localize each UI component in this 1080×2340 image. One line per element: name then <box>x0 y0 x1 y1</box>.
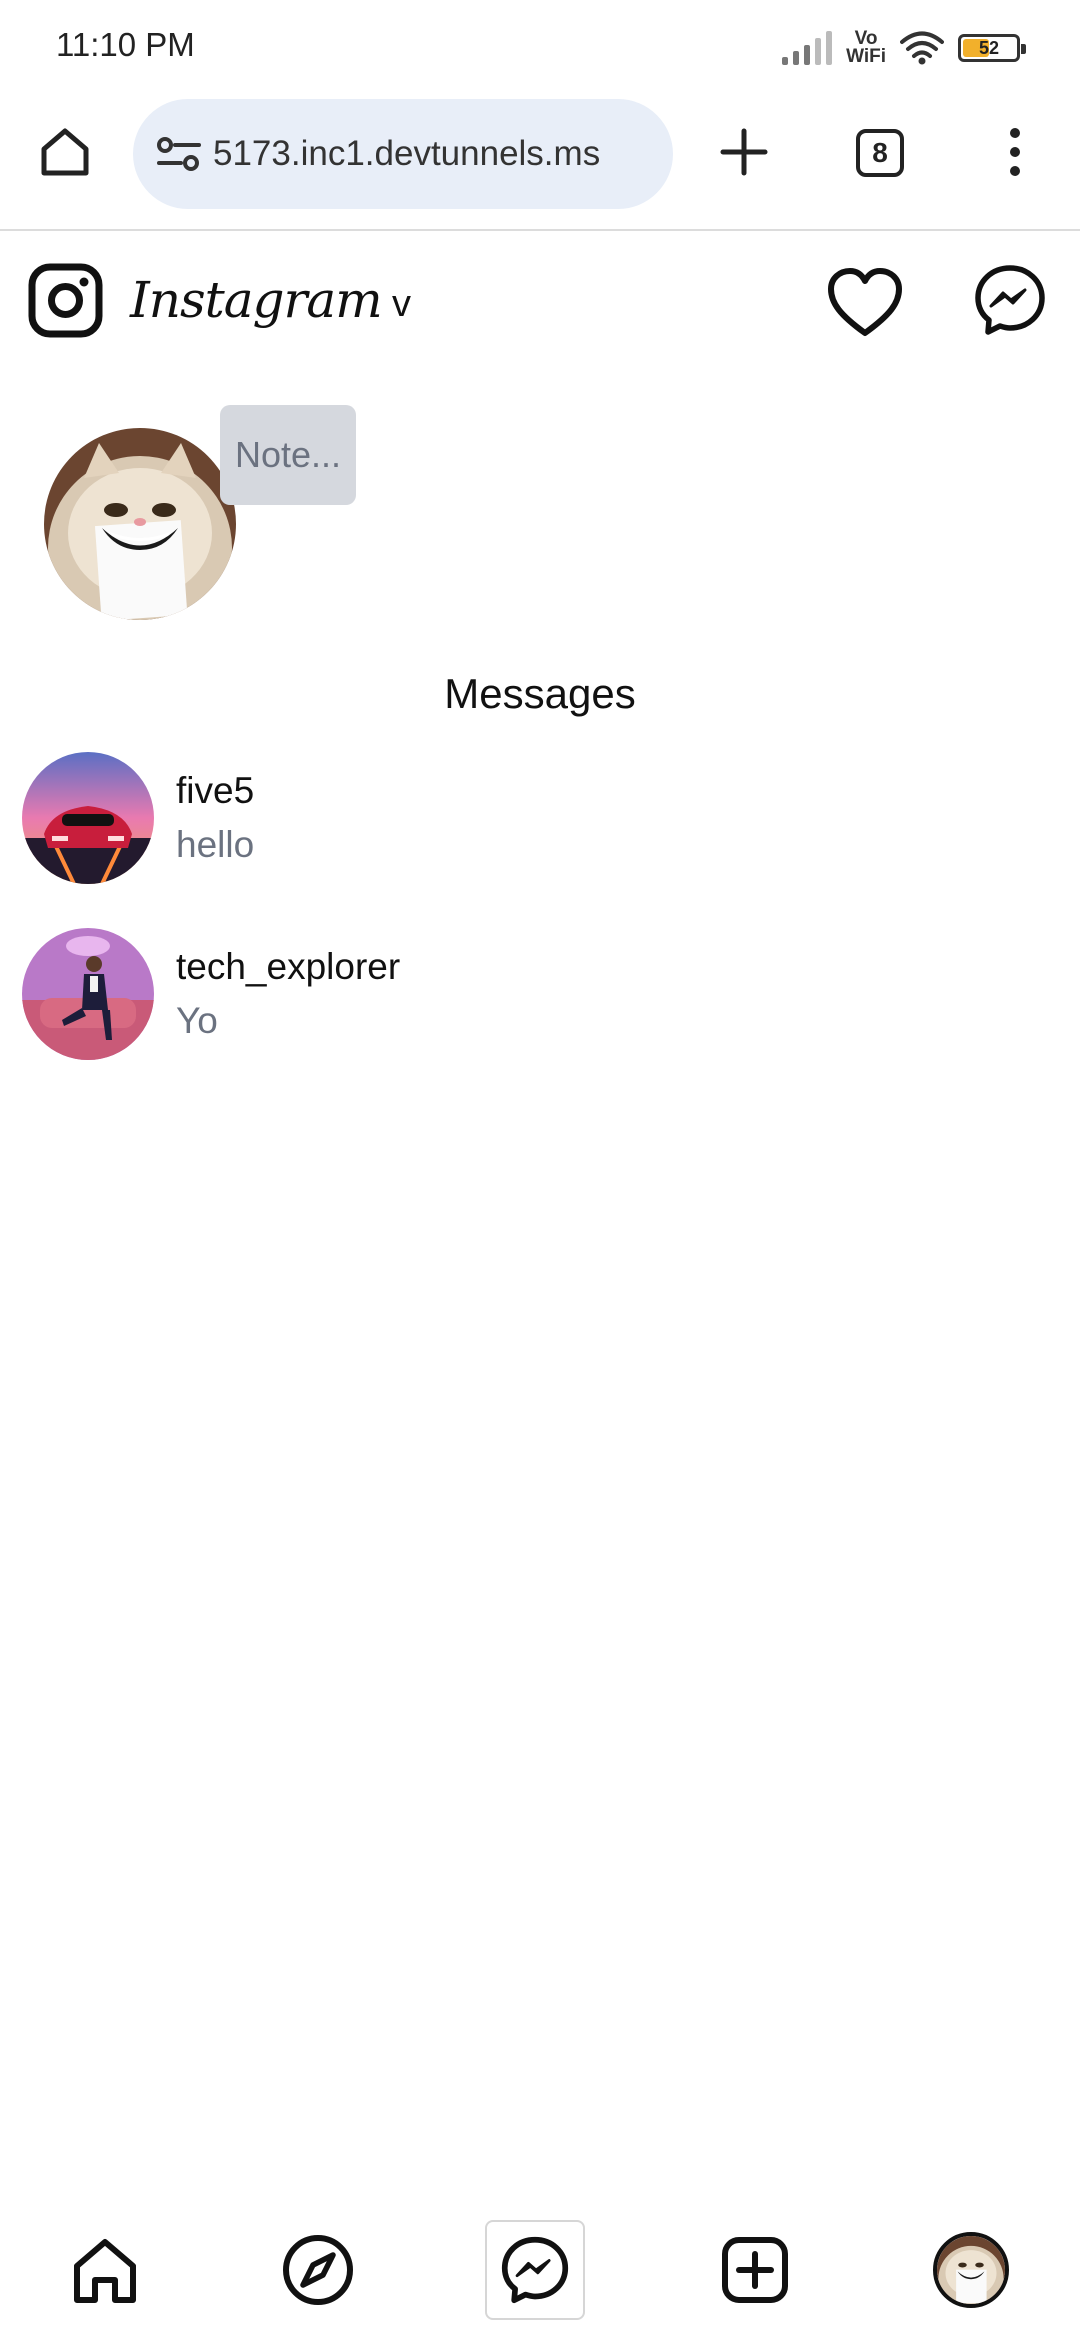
note-bubble[interactable]: Note... <box>220 405 356 505</box>
vowifi-bottom-label: WiFi <box>846 46 886 67</box>
vowifi-indicator: Vo WiFi <box>846 29 886 67</box>
note-avatar[interactable] <box>44 428 236 620</box>
tune-icon <box>157 137 201 171</box>
plus-square-icon <box>722 2237 788 2303</box>
account-switcher-chevron[interactable]: v <box>392 283 411 326</box>
compass-icon <box>283 2235 353 2305</box>
site-settings-button[interactable] <box>153 128 205 180</box>
heart-icon[interactable] <box>826 267 904 339</box>
home-icon <box>74 2239 136 2303</box>
address-bar[interactable]: 5173.inc1.devtunnels.ms <box>133 99 673 209</box>
nav-create[interactable] <box>705 2220 805 2320</box>
avatar <box>22 928 154 1060</box>
instagram-logo-icon[interactable] <box>28 263 103 338</box>
conversation-username: five5 <box>176 770 255 811</box>
messenger-icon <box>501 2236 569 2304</box>
tab-switcher-button[interactable]: 8 <box>856 129 904 177</box>
browser-home-button[interactable] <box>36 123 94 181</box>
status-icons: Vo WiFi 52 <box>782 26 1026 70</box>
battery-level: 52 <box>978 37 1000 58</box>
signal-icon <box>782 31 833 65</box>
conversation-row-tech-explorer[interactable]: tech_explorer Yo <box>22 928 1062 1060</box>
wifi-icon <box>900 31 944 65</box>
tab-count: 8 <box>872 137 888 168</box>
nav-profile[interactable] <box>921 2220 1021 2320</box>
instagram-wordmark[interactable]: Instagram <box>130 271 383 329</box>
status-time: 11:10 PM <box>56 26 195 63</box>
more-vertical-icon <box>1010 128 1020 176</box>
messenger-icon[interactable] <box>973 263 1047 337</box>
browser-toolbar: 5173.inc1.devtunnels.ms 8 <box>0 95 1080 231</box>
person-avatar-image <box>22 928 154 1060</box>
cat-avatar-image <box>44 428 236 620</box>
nav-explore[interactable] <box>268 2220 368 2320</box>
nav-messages[interactable] <box>485 2220 585 2320</box>
home-icon <box>41 128 89 176</box>
conversation-row-five5[interactable]: five5 hello <box>22 752 1062 884</box>
avatar <box>22 752 154 884</box>
url-text: 5173.inc1.devtunnels.ms <box>213 134 601 173</box>
car-avatar-image <box>22 752 154 884</box>
conversation-username: tech_explorer <box>176 946 401 987</box>
plus-icon <box>720 128 768 176</box>
nav-home[interactable] <box>55 2220 155 2320</box>
instagram-header: Instagram v <box>0 235 1080 375</box>
new-tab-button[interactable] <box>715 123 773 181</box>
conversation-preview: hello <box>176 824 255 865</box>
browser-menu-button[interactable] <box>1000 123 1030 181</box>
status-bar: 11:10 PM Vo WiFi 52 <box>0 0 1080 95</box>
conversation-preview: Yo <box>176 1000 218 1041</box>
profile-avatar <box>933 2232 1009 2308</box>
bottom-nav <box>0 2200 1080 2340</box>
messages-heading: Messages <box>444 670 636 717</box>
cat-avatar-image <box>937 2236 1005 2304</box>
battery-icon: 52 <box>958 34 1026 62</box>
